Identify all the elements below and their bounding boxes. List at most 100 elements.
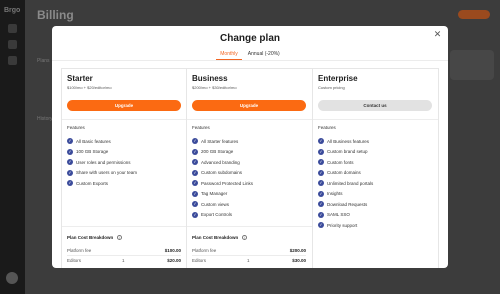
feature-item: ✓ 200 GB Storage [192, 147, 253, 158]
cost-amount: $100.00 [164, 248, 181, 253]
cost-breakdown-label: Plan Cost Breakdown [192, 235, 239, 240]
cost-breakdown-title: Plan Cost Breakdown i [192, 235, 248, 240]
divider [187, 226, 312, 227]
cost-quantity: 1 [122, 258, 125, 263]
feature-item: ✓ Advanced branding [192, 157, 253, 168]
feature-item: ✓ Custom views [192, 199, 253, 210]
feature-label: All Basic features [76, 138, 111, 144]
feature-item: ✓ Custom subdomains [192, 168, 253, 179]
plan-price: $200/mo + $30/editor/mo [192, 85, 237, 90]
change-plan-modal: Change plan ✕ Monthly Annual (-20%) Star… [52, 26, 448, 268]
plan-name: Business [192, 74, 228, 83]
feature-item: ✓ SAML SSO [318, 210, 373, 221]
billing-period-tabs: Monthly Annual (-20%) [52, 50, 448, 60]
sidebar: Brgo [0, 0, 25, 294]
features-list: ✓ All Business features ✓ Custom brand set… [318, 136, 373, 231]
feature-item: ✓ Insights [318, 189, 373, 200]
feature-item: ✓ Custom fonts [318, 157, 373, 168]
feature-item: ✓ 100 GB Storage [67, 147, 137, 158]
cost-breakdown-label: Plan Cost Breakdown [67, 235, 114, 240]
feature-label: 100 GB Storage [76, 149, 109, 155]
cost-amount: $30.00 [292, 258, 306, 263]
feature-label: Custom domains [327, 170, 361, 176]
check-icon: ✓ [67, 148, 73, 155]
cost-label: Editors [67, 258, 82, 263]
contact-us-button[interactable]: Contact us [318, 100, 432, 111]
feature-label: Export Controls [201, 212, 233, 218]
feature-item: ✓ Download Requests [318, 199, 373, 210]
cost-label: Platform fee [192, 248, 217, 253]
tabs-divider [52, 60, 448, 61]
feature-item: ✓ Custom Exports [67, 178, 137, 189]
divider [192, 255, 306, 256]
features-list: ✓ All Starter features ✓ 200 GB Storage ✓ A… [192, 136, 253, 220]
app-logo: Brgo [4, 7, 21, 14]
upgrade-button[interactable]: Upgrade [192, 100, 306, 111]
check-icon: ✓ [318, 211, 324, 218]
feature-item: ✓ Share with users on your team [67, 168, 137, 179]
plan-price: $100/mo + $20/editor/mo [67, 85, 112, 90]
divider [67, 255, 181, 256]
check-icon: ✓ [192, 169, 198, 176]
feature-item: ✓ All Starter features [192, 136, 253, 147]
feature-label: Download Requests [327, 201, 368, 207]
features-title: Features [192, 125, 210, 130]
feature-label: Custom Exports [76, 180, 109, 186]
upgrade-button[interactable]: Upgrade [67, 100, 181, 111]
check-icon: ✓ [318, 138, 324, 145]
tab-monthly[interactable]: Monthly [216, 50, 242, 60]
nav-folders-icon[interactable] [8, 56, 17, 65]
info-icon[interactable]: i [117, 235, 123, 240]
features-title: Features [67, 125, 85, 130]
check-icon: ✓ [192, 159, 198, 166]
check-icon: ✓ [192, 180, 198, 187]
feature-label: Tag Manager [201, 191, 228, 197]
check-icon: ✓ [192, 201, 198, 208]
check-icon: ✓ [192, 211, 198, 218]
feature-label: 200 GB Storage [201, 149, 234, 155]
tab-annual[interactable]: Annual (-20%) [246, 50, 282, 60]
check-icon: ✓ [318, 159, 324, 166]
info-icon[interactable]: i [242, 235, 248, 240]
primary-button[interactable] [458, 10, 490, 19]
feature-label: All Business features [327, 138, 370, 144]
feature-item: ✓ Password Protected Links [192, 178, 253, 189]
cost-amount: $20.00 [167, 258, 181, 263]
feature-item: ✓ Priority support [318, 220, 373, 231]
check-icon: ✓ [67, 169, 73, 176]
plan-starter: Starter $100/mo + $20/editor/mo Upgrade … [61, 68, 187, 268]
feature-item: ✓ Custom domains [318, 168, 373, 179]
avatar[interactable] [6, 272, 18, 284]
feature-label: Custom brand setup [327, 149, 368, 155]
check-icon: ✓ [67, 180, 73, 187]
plans-container: Starter $100/mo + $20/editor/mo Upgrade … [61, 68, 439, 268]
nav-assets-icon[interactable] [8, 40, 17, 49]
feature-item: ✓ Custom brand setup [318, 147, 373, 158]
cost-label: Platform fee [67, 248, 92, 253]
feature-item: ✓ User roles and permissions [67, 157, 137, 168]
feature-item: ✓ Export Controls [192, 210, 253, 221]
feature-label: Insights [327, 191, 343, 197]
left-text-1: Plans [37, 58, 50, 64]
feature-label: Priority support [327, 222, 358, 228]
cost-label: Editors [192, 258, 207, 263]
page-title: Billing [37, 8, 74, 22]
check-icon: ✓ [318, 190, 324, 197]
check-icon: ✓ [318, 222, 324, 229]
feature-item: ✓ All Basic features [67, 136, 137, 147]
nav-home-icon[interactable] [8, 24, 17, 33]
feature-label: Password Protected Links [201, 180, 254, 186]
plan-enterprise: Enterprise Custom pricing Contact us Fea… [313, 68, 439, 268]
feature-item: ✓ Unlimited brand portals [318, 178, 373, 189]
close-icon[interactable]: ✕ [433, 30, 442, 39]
cost-breakdown-title: Plan Cost Breakdown i [67, 235, 123, 240]
cost-quantity: 1 [247, 258, 250, 263]
check-icon: ✓ [318, 201, 324, 208]
feature-item: ✓ All Business features [318, 136, 373, 147]
plan-business: Business $200/mo + $30/editor/mo Upgrade… [187, 68, 313, 268]
check-icon: ✓ [67, 159, 73, 166]
background-card [450, 50, 494, 80]
divider [187, 119, 312, 120]
features-title: Features [318, 125, 336, 130]
features-list: ✓ All Basic features ✓ 100 GB Storage ✓ Use… [67, 136, 137, 189]
